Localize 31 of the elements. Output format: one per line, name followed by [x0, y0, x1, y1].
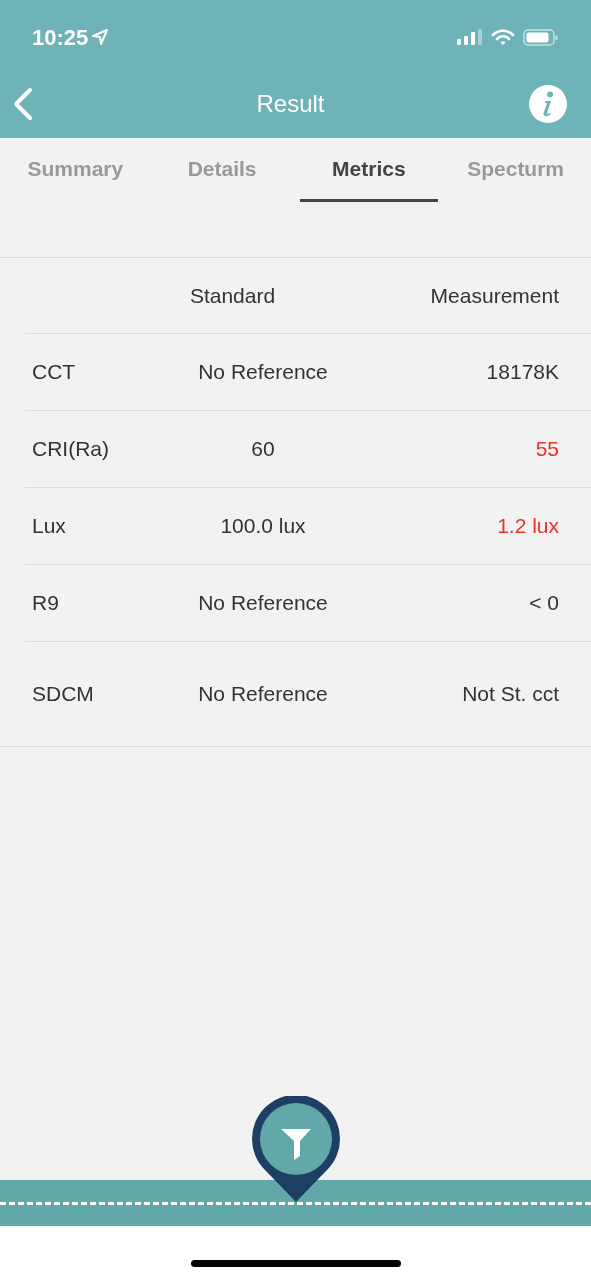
info-button[interactable]	[529, 85, 567, 123]
tab[interactable]: Summary	[6, 138, 145, 202]
standard-value: No Reference	[197, 681, 329, 708]
metric-label: CCT	[32, 359, 77, 386]
filter-button[interactable]	[251, 1096, 341, 1204]
wifi-icon	[491, 28, 515, 46]
measurement-value: 18178K	[485, 359, 559, 386]
tab[interactable]: Specturm	[446, 138, 585, 202]
screen-title: Result	[256, 89, 325, 119]
metric-label: R9	[32, 590, 60, 617]
location-arrow-icon	[92, 29, 109, 45]
metric-label: Lux	[32, 513, 67, 540]
tab[interactable]: Details	[152, 138, 292, 202]
standard-value: 60	[250, 436, 276, 463]
measurement-value: 55	[534, 436, 559, 463]
status-time: 10:25	[32, 23, 89, 52]
measurement-value: < 0	[528, 590, 559, 617]
metric-label: SDCM	[32, 681, 95, 708]
measurement-value: Not St. cct	[461, 681, 559, 708]
measurement-value: 1.2 lux	[496, 513, 559, 540]
back-icon	[12, 87, 34, 121]
metric-label: CRI(Ra)	[32, 436, 110, 463]
standard-value: No Reference	[197, 359, 329, 386]
signal-icon	[457, 29, 483, 45]
column-header: Measurement	[429, 282, 559, 309]
battery-icon	[523, 28, 559, 46]
info-icon	[541, 91, 555, 117]
standard-value: No Reference	[197, 590, 329, 617]
standard-value: 100.0 lux	[219, 513, 307, 540]
tab[interactable]: Metrics	[299, 138, 439, 202]
column-header: Standard	[188, 282, 277, 309]
